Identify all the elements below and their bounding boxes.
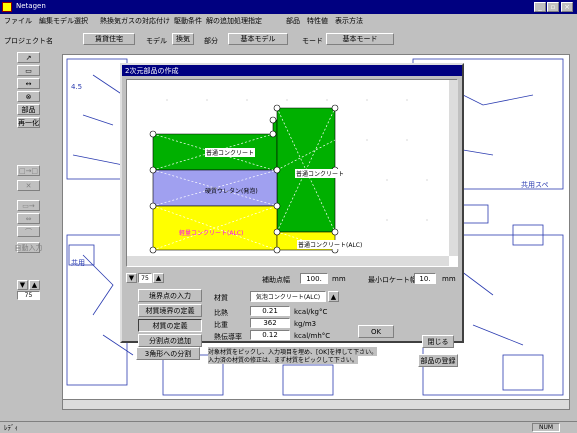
region-label-4: 軽量コンクリート(ALC) — [179, 230, 244, 237]
register-part-button[interactable]: 部品の登録 — [418, 354, 458, 367]
cross-tool[interactable]: ✕ — [17, 180, 40, 191]
canvas-hscroll[interactable] — [63, 399, 569, 409]
num-indicator: NUM — [532, 423, 560, 432]
link-tool[interactable]: ▭→ — [17, 200, 40, 211]
material-def-button[interactable]: 材質の定義 — [138, 319, 202, 332]
menu-solution[interactable]: 解の追加処理指定 — [206, 16, 262, 26]
title-bar: Netagen _ ▫ × — [0, 0, 577, 14]
region-label-5: 普通コンクリート(ALC) — [297, 240, 364, 249]
drawing-hscroll[interactable] — [127, 256, 449, 266]
redisplay-button[interactable]: 再一化 — [17, 117, 40, 128]
material-boundary-button[interactable]: 材質境界の定義 — [138, 304, 202, 317]
project-field[interactable]: 賃貸住宅 — [83, 33, 135, 45]
menu-bar: ファイル 編集モデル選択 熱換気ガスの対応付け 駆動条件 解の追加処理指定 部品… — [0, 14, 577, 28]
region-label-2: 普通コンクリート — [295, 169, 346, 178]
section-drawing — [149, 99, 428, 254]
conductivity-input[interactable]: 0.12 — [250, 330, 290, 340]
dialog-zoom-value: 75 — [138, 273, 152, 283]
aux-grid-input[interactable]: 100. — [300, 273, 328, 284]
material-name-field[interactable]: 気泡コンクリート(ALC) — [250, 291, 326, 302]
mode-field[interactable]: 基本モード — [326, 33, 394, 45]
menu-file[interactable]: ファイル — [4, 16, 32, 26]
menu-props[interactable]: 特性値 — [307, 16, 328, 26]
maximize-button[interactable]: ▫ — [547, 2, 559, 12]
material-select-button[interactable]: ▲ — [328, 291, 339, 302]
split-add-button[interactable]: 分割点の追加 — [138, 334, 202, 347]
model-label: モデル — [146, 37, 167, 45]
2d-part-dialog: 2次元部品の作成 普通コンクリート 普通コンクリート 硬質ウレタン(発泡) 軽量… — [120, 63, 464, 347]
node-tool[interactable]: ⊗ — [17, 91, 40, 102]
close-button[interactable]: × — [561, 2, 573, 12]
aux-grid-unit: mm — [332, 275, 346, 283]
svg-text:4.5: 4.5 — [71, 83, 82, 91]
svg-text:共用スペ: 共用スペ — [521, 180, 549, 189]
min-mesh-label: 最小ロケート幅 — [368, 276, 417, 284]
min-mesh-input[interactable]: 10. — [414, 273, 436, 284]
menu-drive[interactable]: 駆動条件 — [174, 16, 202, 26]
hint-line-2: 入力済の材質の修正は、まず材質をピックして下さい。 — [208, 355, 358, 364]
menu-parts[interactable]: 部品 — [286, 16, 300, 26]
min-mesh-unit: mm — [442, 275, 456, 283]
dialog-zoom-up[interactable]: ▲ — [153, 273, 164, 283]
density-unit: kg/m3 — [294, 320, 317, 328]
conductivity-label: 熱伝導率 — [214, 333, 242, 341]
dialog-title: 2次元部品の作成 — [125, 67, 179, 75]
menu-display[interactable]: 表示方法 — [335, 16, 363, 26]
app-title: Netagen — [16, 2, 46, 10]
zoom-up-button[interactable]: ▲ — [29, 280, 40, 290]
ok-button[interactable]: OK — [358, 325, 394, 338]
line-tool[interactable]: ↔ — [17, 78, 40, 89]
heat-unit: kcal/kg°C — [294, 308, 328, 316]
status-bar: ﾚﾃﾞｨ NUM — [0, 421, 577, 432]
mode-label: モード — [302, 37, 323, 45]
part-field[interactable]: 基本モデル — [228, 33, 288, 45]
boundary-input-button[interactable]: 境界点の入力 — [138, 289, 202, 302]
conductivity-unit: kcal/mh°C — [294, 332, 331, 340]
app-icon — [2, 2, 12, 12]
rectangle-tool[interactable]: ▭ — [17, 65, 40, 76]
menu-heat-gas[interactable]: 熱換気ガスの対応付け — [100, 16, 170, 26]
parts-button[interactable]: 部品 — [17, 104, 40, 115]
zoom-value: 75 — [17, 291, 40, 300]
model-field[interactable]: 換気 — [172, 33, 194, 45]
triangle-split-button[interactable]: 3角形への分割 — [136, 347, 200, 360]
part-label: 部分 — [204, 37, 218, 45]
arc-tool[interactable]: ⌒ — [17, 226, 40, 237]
menu-edit-model[interactable]: 編集モデル選択 — [39, 16, 88, 26]
auto-input-button[interactable]: 自動入力 — [15, 242, 43, 253]
drawing-vscroll[interactable] — [449, 80, 458, 256]
density-label: 比重 — [214, 321, 228, 329]
zoom-down-button[interactable]: ▼ — [17, 280, 28, 290]
dialog-titlebar: 2次元部品の作成 — [122, 65, 462, 76]
region-label-1: 普通コンクリート — [205, 148, 256, 157]
project-label: プロジェクト名 — [4, 37, 53, 45]
region-concrete-top-left[interactable] — [152, 119, 278, 171]
move-tool[interactable]: □→□ — [17, 165, 40, 176]
material-name-label: 材質 — [214, 294, 228, 302]
section-drawing-area[interactable]: 普通コンクリート 普通コンクリート 硬質ウレタン(発泡) 軽量コンクリート(AL… — [126, 79, 458, 267]
heat-input[interactable]: 0.21 — [250, 306, 290, 316]
svg-text:共用: 共用 — [71, 258, 85, 267]
minimize-button[interactable]: _ — [534, 2, 546, 12]
aux-grid-label: 補助点幅 — [262, 276, 290, 284]
density-input[interactable]: 362 — [250, 318, 290, 328]
close-dialog-button[interactable]: 閉じる — [422, 335, 454, 348]
pointer-tool[interactable]: ↗ — [17, 52, 40, 63]
region-label-3: 硬質ウレタン(発泡) — [205, 188, 258, 195]
dialog-zoom-down[interactable]: ▼ — [126, 273, 137, 283]
heat-label: 比熱 — [214, 309, 228, 317]
stretch-tool[interactable]: ⇔ — [17, 213, 40, 224]
